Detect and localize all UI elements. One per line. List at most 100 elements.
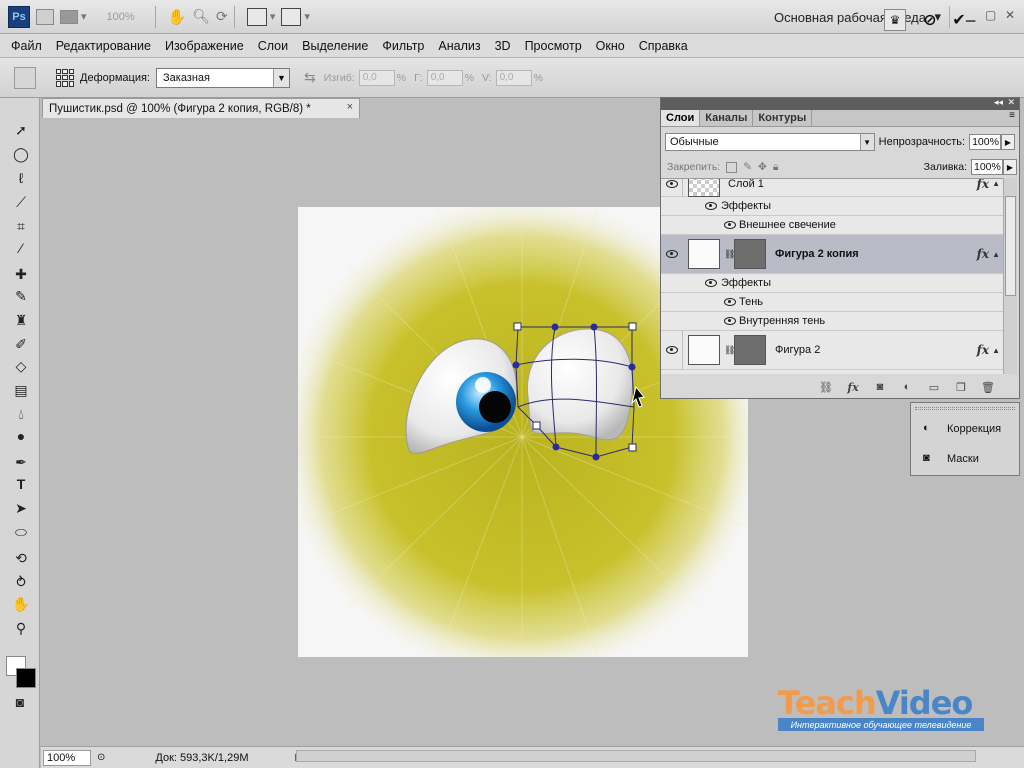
document-tab[interactable]: Пушистик.psd @ 100% (Фигура 2 копия, RGB… <box>42 98 360 118</box>
warp-grid-icon[interactable] <box>56 68 74 87</box>
h-input[interactable]: 0,0 <box>426 69 463 86</box>
menu-3d[interactable]: 3D <box>488 39 518 53</box>
opacity-slider-button[interactable]: ▶ <box>1001 134 1015 150</box>
scrollbar-thumb[interactable] <box>1005 196 1016 296</box>
zoom-tool-icon[interactable]: 🔍︎ <box>192 6 210 28</box>
menu-edit[interactable]: Редактирование <box>49 39 158 53</box>
view-extras-button[interactable]: ▾ <box>60 6 87 28</box>
eye-icon[interactable] <box>705 279 717 287</box>
effects-row[interactable]: Эффекты <box>661 197 1003 216</box>
menu-analysis[interactable]: Анализ <box>431 39 487 53</box>
lock-position-icon[interactable]: ✥ <box>758 161 767 173</box>
type-tool-icon[interactable]: T <box>10 474 32 494</box>
clone-stamp-icon[interactable]: ♜ <box>10 310 32 330</box>
menu-image[interactable]: Изображение <box>158 39 251 53</box>
menu-file[interactable]: Файл <box>4 39 49 53</box>
expand-effects-icon[interactable]: ▲ <box>992 179 1000 188</box>
fx-icon[interactable]: fx <box>977 179 989 191</box>
move-tool-icon[interactable]: ➚ <box>10 120 32 140</box>
lock-all-icon[interactable]: 🔒︎ <box>773 161 779 174</box>
tool-preset-icon[interactable] <box>14 66 36 89</box>
close-panel-icon[interactable]: ✕ <box>1007 97 1015 108</box>
cancel-transform-icon[interactable]: ⊘ <box>919 9 941 31</box>
deform-select[interactable]: Заказная ▼ <box>156 67 290 88</box>
eye-icon[interactable] <box>724 298 736 306</box>
eyedropper-icon[interactable]: ⁄ <box>10 238 32 258</box>
effects-row[interactable]: Эффекты <box>661 274 1003 293</box>
status-icon[interactable]: ⊙ <box>97 752 105 763</box>
maximize-icon[interactable]: ▢ <box>985 8 996 22</box>
eye-icon[interactable] <box>705 202 717 210</box>
crop-tool-icon[interactable]: ⌗ <box>10 216 32 236</box>
pen-tool-icon[interactable]: ✒ <box>10 452 32 472</box>
layers-scrollbar[interactable] <box>1003 178 1017 374</box>
menu-layers[interactable]: Слои <box>251 39 295 53</box>
brush-tool-icon[interactable]: ✎ <box>10 286 32 306</box>
effect-row-outer-glow[interactable]: Внешнее свечение <box>661 216 1003 235</box>
gradient-tool-icon[interactable]: ▤ <box>10 380 32 400</box>
menu-filter[interactable]: Фильтр <box>375 39 431 53</box>
lock-transparency-icon[interactable] <box>726 161 738 173</box>
layer-visibility-toggle[interactable] <box>661 331 683 369</box>
screen-mode-button[interactable]: ▾ <box>281 6 310 28</box>
blend-mode-select[interactable]: Обычные ▼ <box>665 133 875 151</box>
panel-menu-icon[interactable]: ≡ <box>1009 110 1015 126</box>
arrange-documents-button[interactable]: ▾ <box>246 6 275 28</box>
adjustments-button[interactable]: ◐ Коррекция <box>923 422 1001 436</box>
healing-brush-icon[interactable]: ✚ <box>10 264 32 284</box>
tab-paths[interactable]: Контуры <box>753 110 813 126</box>
fill-slider-button[interactable]: ▶ <box>1003 159 1017 175</box>
history-brush-icon[interactable]: ✐ <box>10 334 32 354</box>
background-color-swatch[interactable] <box>16 668 36 688</box>
menu-select[interactable]: Выделение <box>295 39 375 53</box>
ellipse-shape-icon[interactable]: ⬭ <box>10 522 32 542</box>
elliptical-marquee-icon[interactable]: ◯ <box>10 144 32 164</box>
blur-tool-icon[interactable]: 💧︎ <box>10 404 32 424</box>
quick-mask-icon[interactable]: ◙ <box>9 692 31 712</box>
fx-icon[interactable]: fx <box>977 343 989 357</box>
menu-window[interactable]: Окно <box>589 39 632 53</box>
puppet-warp-icon[interactable]: ♛ <box>884 9 906 31</box>
commit-transform-icon[interactable]: ✔ <box>948 9 970 31</box>
fx-icon[interactable]: fx <box>977 247 989 261</box>
layer-row-shape2-copy[interactable]: ⛓ Фигура 2 копия fx ▲ <box>661 235 1003 274</box>
layer-visibility-toggle[interactable] <box>661 179 683 196</box>
panel-grip[interactable] <box>915 407 1015 410</box>
status-zoom-input[interactable]: 100% <box>43 749 91 766</box>
expand-effects-icon[interactable]: ▲ <box>992 250 1000 259</box>
hand-tool-icon[interactable]: ✋ <box>168 6 187 28</box>
rotate-view-icon[interactable]: ⟳ <box>216 6 228 28</box>
menu-view[interactable]: Просмотр <box>518 39 589 53</box>
delete-layer-icon[interactable]: 🗑︎ <box>981 381 995 394</box>
path-selection-icon[interactable]: ➤ <box>10 498 32 518</box>
tab-channels[interactable]: Каналы <box>700 110 754 126</box>
layer-visibility-toggle[interactable] <box>661 235 683 273</box>
lock-pixels-icon[interactable]: ✎ <box>743 161 752 173</box>
add-style-icon[interactable]: fx <box>846 381 860 394</box>
zoom-level-select[interactable]: 100% <box>93 6 149 28</box>
bend-input[interactable]: 0,0 <box>358 69 395 86</box>
new-group-icon[interactable]: ▭ <box>927 381 941 394</box>
eye-icon[interactable] <box>724 221 736 229</box>
eraser-icon[interactable]: ◇ <box>10 356 32 376</box>
horizontal-scrollbar[interactable] <box>296 750 976 762</box>
fill-input[interactable]: 100% <box>971 159 1003 175</box>
opacity-input[interactable]: 100% <box>969 134 1002 150</box>
quick-selection-icon[interactable]: ⟋ <box>10 192 32 212</box>
dodge-tool-icon[interactable]: ● <box>10 426 32 446</box>
effect-row-inner-shadow[interactable]: Внутренняя тень <box>661 312 1003 331</box>
lasso-tool-icon[interactable]: ℓ <box>10 168 32 188</box>
3d-rotate-icon[interactable]: ⟲ <box>10 548 32 568</box>
layer-row-shape2[interactable]: ⛓ Фигура 2 fx ▲ <box>661 331 1003 370</box>
add-mask-icon[interactable]: ◙ <box>873 381 887 393</box>
masks-button[interactable]: ◙ Маски <box>923 452 979 466</box>
v-input[interactable]: 0,0 <box>495 69 532 86</box>
close-window-icon[interactable]: ✕ <box>1005 8 1015 22</box>
3d-orbit-icon[interactable]: ⥁ <box>10 572 32 592</box>
warp-orientation-icon[interactable]: ⇆ <box>304 69 316 86</box>
tab-layers[interactable]: Слои <box>661 110 701 126</box>
hand-tool-icon[interactable]: ✋ <box>10 594 32 614</box>
menu-help[interactable]: Справка <box>632 39 695 53</box>
effect-row-shadow[interactable]: Тень <box>661 293 1003 312</box>
layer-row-layer1[interactable]: Слой 1 fx ▲ <box>661 179 1003 197</box>
